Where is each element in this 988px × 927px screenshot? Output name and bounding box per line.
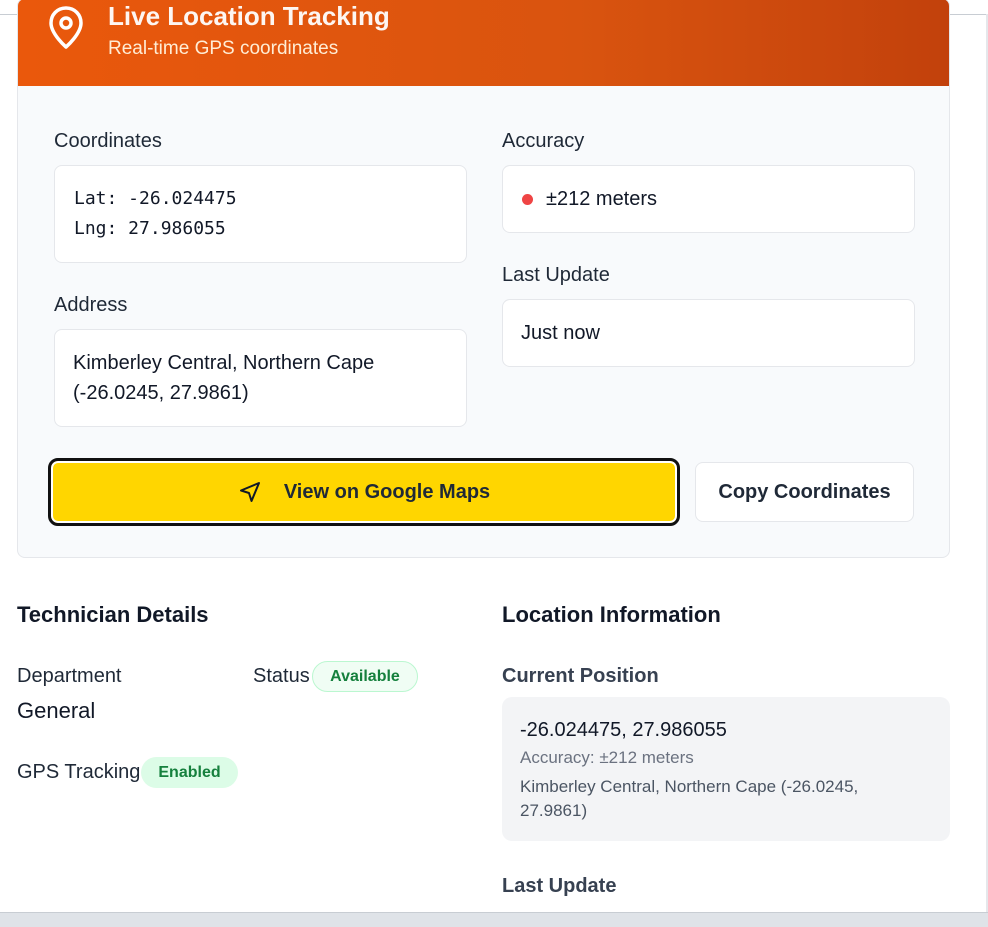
position-address-line-2: 27.9861) <box>520 801 588 820</box>
accuracy-status-dot <box>522 194 533 205</box>
accuracy-label: Accuracy <box>502 130 585 152</box>
address-box: Kimberley Central, Northern Cape (-26.02… <box>54 329 467 427</box>
navigation-arrow-icon <box>239 482 260 502</box>
view-on-google-maps-button[interactable]: View on Google Maps <box>48 458 680 526</box>
location-pin-icon <box>49 6 83 49</box>
address-line-1: Kimberley Central, Northern Cape <box>73 352 375 374</box>
accuracy-value: ±212 meters <box>546 188 658 210</box>
card-title: Live Location Tracking <box>108 1 390 31</box>
accuracy-box: ±212 meters <box>502 165 915 233</box>
department-value: General <box>17 698 96 723</box>
department-label: Department <box>17 665 122 687</box>
current-position-card: -26.024475, 27.986055 Accuracy: ±212 met… <box>502 697 950 841</box>
card-subtitle: Real-time GPS coordinates <box>108 38 339 59</box>
location-last-update-label: Last Update <box>502 875 617 897</box>
address-label: Address <box>54 294 128 316</box>
technician-details-title: Technician Details <box>17 602 209 627</box>
card-header: Live Location Tracking Real-time GPS coo… <box>18 0 949 86</box>
position-address-line-1: Kimberley Central, Northern Cape (-26.02… <box>520 777 859 796</box>
view-on-google-maps-label: View on Google Maps <box>283 480 491 503</box>
browser-bottom-bar <box>0 912 988 927</box>
longitude-value: Lng: 27.986055 <box>74 218 226 239</box>
coordinates-label: Coordinates <box>54 130 162 152</box>
coordinates-box: Lat: -26.024475 Lng: 27.986055 <box>54 165 467 263</box>
position-coordinates: -26.024475, 27.986055 <box>520 719 727 741</box>
gps-tracking-label: GPS Tracking <box>17 761 141 783</box>
last-update-label: Last Update <box>502 264 610 286</box>
position-accuracy: Accuracy: ±212 meters <box>520 748 694 767</box>
status-label: Status <box>253 665 310 687</box>
gps-tracking-badge: Enabled <box>141 757 238 788</box>
last-update-value: Just now <box>521 322 600 344</box>
current-position-label: Current Position <box>502 665 659 687</box>
copy-coordinates-button[interactable]: Copy Coordinates <box>695 462 914 522</box>
status-badge: Available <box>312 661 418 692</box>
latitude-value: Lat: -26.024475 <box>74 188 237 209</box>
address-line-2: (-26.0245, 27.9861) <box>73 382 249 404</box>
last-update-box: Just now <box>502 299 915 367</box>
location-information-title: Location Information <box>502 602 721 627</box>
